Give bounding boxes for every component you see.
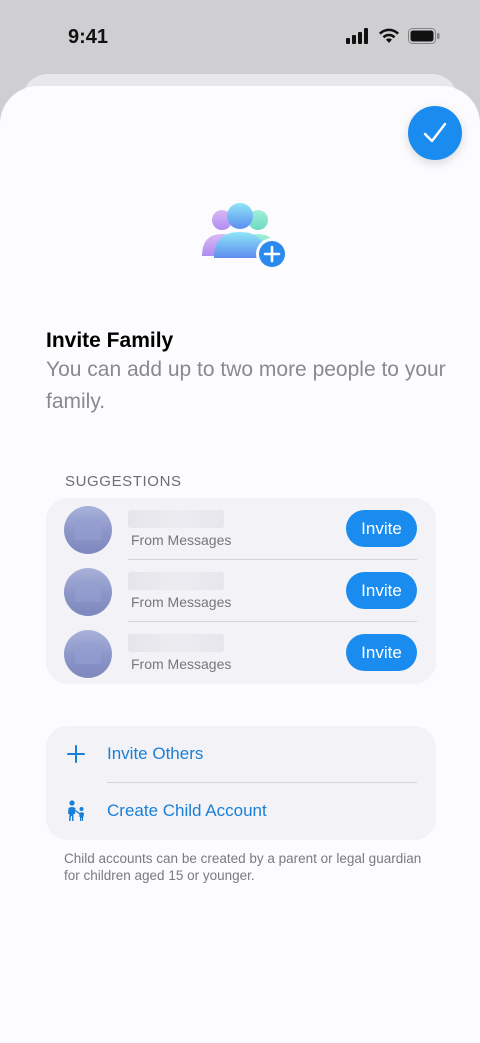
parent-child-icon bbox=[64, 799, 88, 823]
suggestion-source: From Messages bbox=[131, 656, 232, 672]
suggestions-list: From Messages Invite From Messages Invit… bbox=[46, 498, 436, 684]
suggestion-source: From Messages bbox=[131, 532, 232, 548]
status-icons bbox=[346, 28, 440, 44]
invite-actions-list: Invite Others Create Child Account bbox=[46, 726, 436, 840]
suggestion-source: From Messages bbox=[131, 594, 232, 610]
suggestion-row: From Messages Invite bbox=[46, 498, 436, 560]
invite-others-label: Invite Others bbox=[107, 744, 204, 763]
avatar bbox=[64, 568, 112, 616]
battery-icon bbox=[408, 28, 440, 44]
invite-button[interactable]: Invite bbox=[346, 510, 417, 547]
page-title: Invite Family bbox=[46, 329, 174, 352]
page-subtitle: You can add up to two more people to you… bbox=[46, 358, 446, 413]
child-account-footnote: Child accounts can be created by a paren… bbox=[64, 851, 422, 883]
plus-icon bbox=[64, 742, 88, 766]
redacted-contact-name bbox=[128, 510, 224, 528]
invite-button[interactable]: Invite bbox=[346, 572, 417, 609]
avatar bbox=[64, 506, 112, 554]
invite-others-row[interactable]: Invite Others bbox=[46, 726, 436, 782]
create-child-account-label: Create Child Account bbox=[107, 801, 267, 820]
cellular-signal-icon bbox=[346, 28, 368, 44]
status-time: 9:41 bbox=[68, 26, 109, 48]
family-add-icon bbox=[202, 203, 288, 270]
invite-family-sheet: Invite Family You can add up to two more… bbox=[0, 86, 480, 1043]
invite-button[interactable]: Invite bbox=[346, 634, 417, 671]
status-bar: 9:41 bbox=[0, 0, 480, 80]
suggestions-header: SUGGESTIONS bbox=[65, 473, 182, 490]
suggestion-row: From Messages Invite bbox=[46, 622, 436, 684]
avatar bbox=[64, 630, 112, 678]
done-button[interactable] bbox=[408, 106, 462, 160]
redacted-contact-name bbox=[128, 634, 224, 652]
create-child-account-row[interactable]: Create Child Account bbox=[46, 783, 436, 839]
wifi-icon bbox=[379, 28, 399, 43]
suggestion-row: From Messages Invite bbox=[46, 560, 436, 622]
redacted-contact-name bbox=[128, 572, 224, 590]
checkmark-icon bbox=[423, 122, 447, 143]
